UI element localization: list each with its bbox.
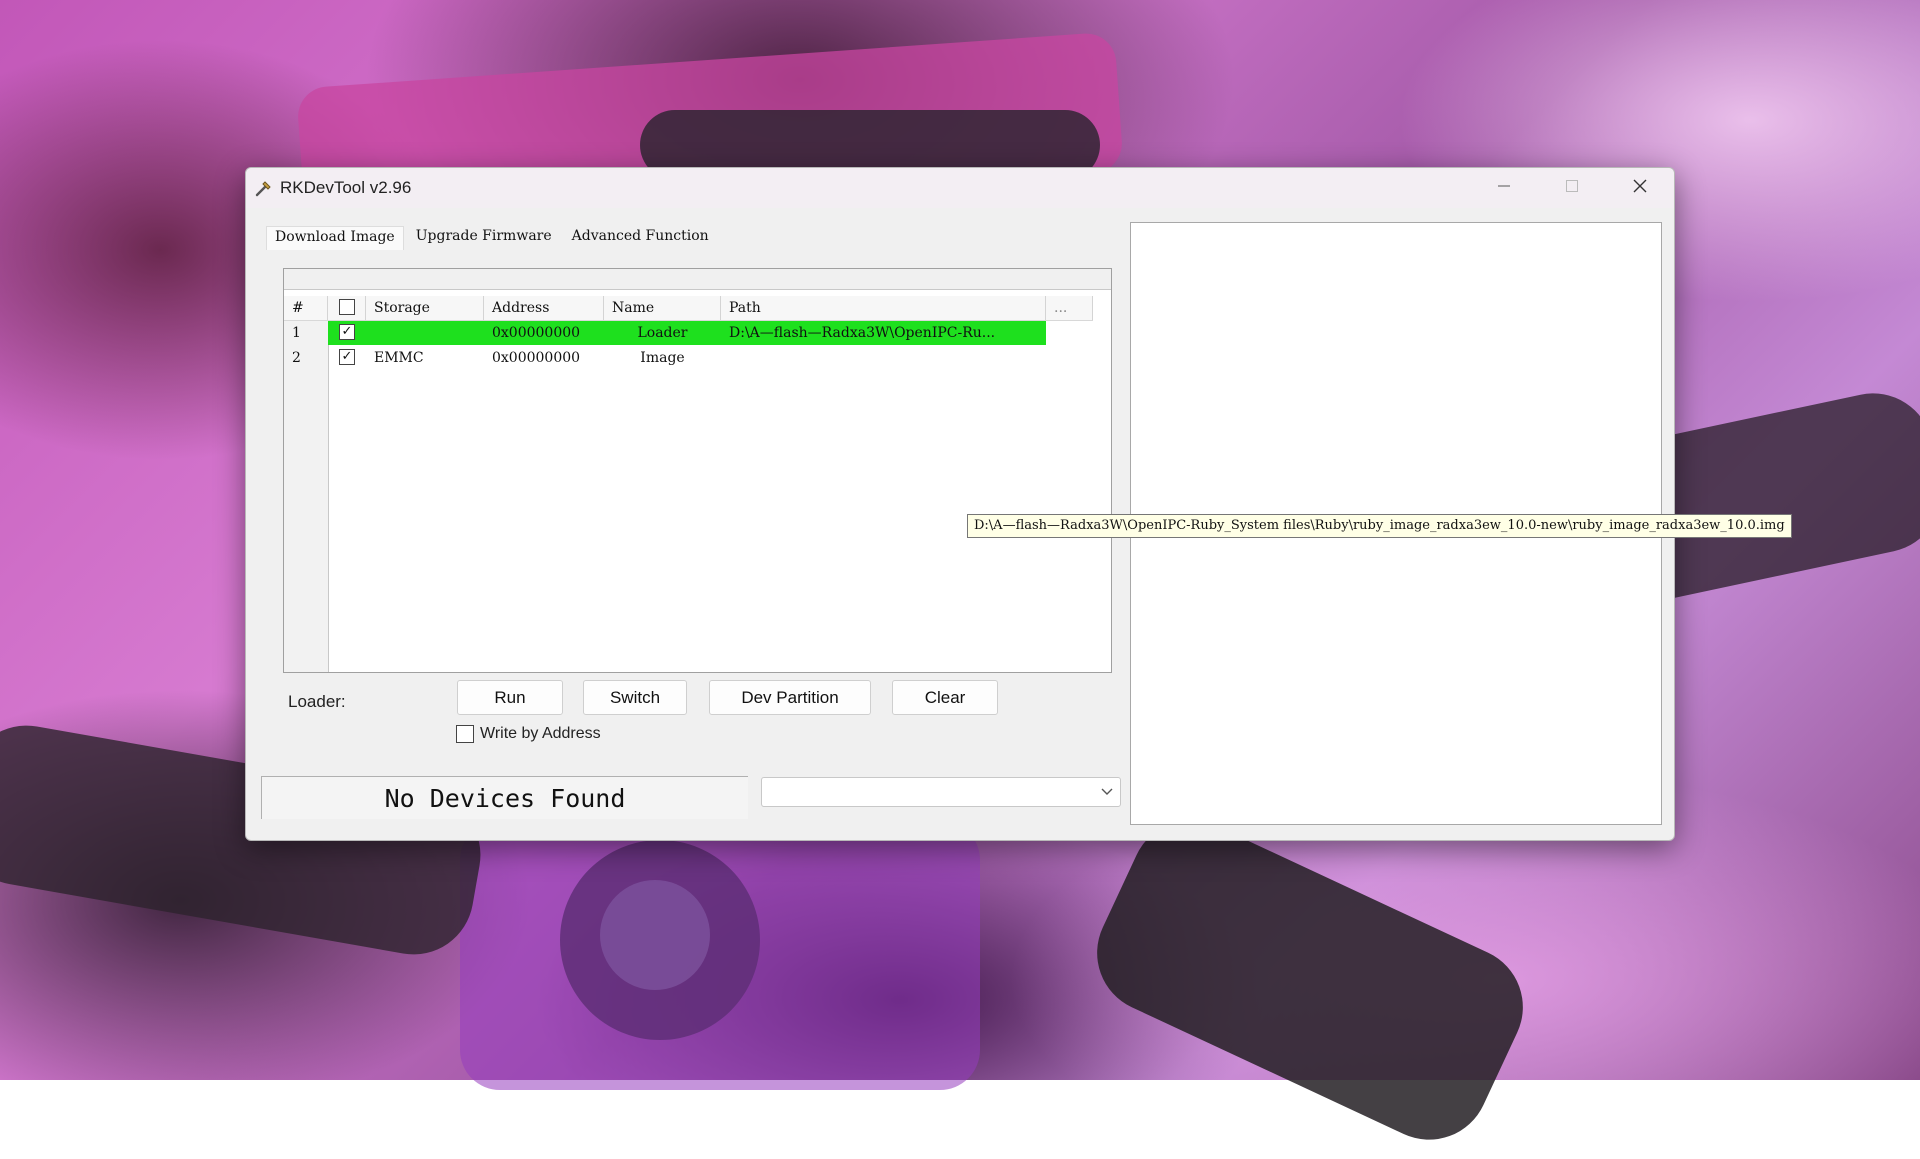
- download-image-table: # Storage Address Name Path ... 1 ✓ 0x00…: [283, 268, 1112, 673]
- row-address[interactable]: 0x00000000: [484, 346, 604, 370]
- run-button[interactable]: Run: [457, 680, 563, 715]
- header-address: Address: [484, 296, 604, 320]
- row-more[interactable]: [1046, 346, 1093, 370]
- maximize-button[interactable]: [1538, 168, 1606, 208]
- maximize-icon: [1565, 179, 1579, 198]
- row-path[interactable]: D:\A—flash—Radxa3W\OpenIPC-Ru...: [721, 321, 1046, 345]
- window-title: RKDevTool v2.96: [280, 178, 412, 197]
- tab-advanced-function[interactable]: Advanced Function: [564, 226, 717, 250]
- clear-button[interactable]: Clear: [892, 680, 998, 715]
- row-number-column: [284, 321, 329, 672]
- title-bar[interactable]: RKDevTool v2.96: [246, 168, 1674, 208]
- device-select[interactable]: [761, 777, 1121, 807]
- select-all-checkbox[interactable]: [339, 299, 355, 315]
- close-icon: [1632, 178, 1648, 199]
- table-top-bar: [284, 269, 1111, 290]
- table-row[interactable]: 2 ✓ EMMC 0x00000000 Image: [284, 346, 1093, 370]
- device-status: No Devices Found: [261, 776, 748, 819]
- write-by-address-option[interactable]: Write by Address: [456, 725, 601, 743]
- header-storage: Storage: [366, 296, 484, 320]
- header-num: #: [284, 296, 328, 320]
- row-checkbox[interactable]: ✓: [339, 324, 355, 340]
- row-storage[interactable]: [366, 321, 484, 345]
- chevron-down-icon[interactable]: [1100, 784, 1114, 803]
- tab-bar: Download Image Upgrade Firmware Advanced…: [266, 226, 721, 250]
- row-storage[interactable]: EMMC: [366, 346, 484, 370]
- row-path[interactable]: [721, 346, 1046, 370]
- row-more[interactable]: [1046, 321, 1093, 345]
- row-name[interactable]: Image: [604, 346, 721, 370]
- row-number: 1: [292, 325, 301, 341]
- dev-partition-button[interactable]: Dev Partition: [709, 680, 871, 715]
- rkdevtool-window: RKDevTool v2.96 Download Image Upgrade F…: [245, 167, 1792, 841]
- write-by-address-label: Write by Address: [480, 725, 601, 742]
- background-shape: [1077, 800, 1543, 1159]
- row-address[interactable]: 0x00000000: [484, 321, 604, 345]
- row-name[interactable]: Loader: [604, 321, 721, 345]
- header-select-all[interactable]: [328, 296, 366, 320]
- table-header: # Storage Address Name Path ...: [284, 296, 1093, 321]
- rk-tool-icon: [254, 178, 274, 198]
- header-more: ...: [1046, 296, 1093, 320]
- write-by-address-checkbox[interactable]: [456, 725, 474, 743]
- minimize-icon: [1497, 179, 1511, 198]
- switch-button[interactable]: Switch: [583, 680, 687, 715]
- minimize-button[interactable]: [1470, 168, 1538, 208]
- header-path: Path: [721, 296, 1046, 320]
- tab-upgrade-firmware[interactable]: Upgrade Firmware: [408, 226, 560, 250]
- path-tooltip: D:\A—flash—Radxa3W\OpenIPC-Ruby_System f…: [967, 514, 1792, 538]
- row-checkbox[interactable]: ✓: [339, 349, 355, 365]
- header-name: Name: [604, 296, 721, 320]
- row-number: 2: [292, 350, 301, 366]
- close-button[interactable]: [1606, 168, 1674, 208]
- background-shape: [460, 820, 980, 1090]
- row-checkbox-cell[interactable]: ✓: [328, 321, 366, 345]
- tab-download-image[interactable]: Download Image: [266, 226, 404, 250]
- row-checkbox-cell[interactable]: ✓: [328, 346, 366, 370]
- loader-label: Loader:: [288, 692, 346, 711]
- table-row[interactable]: 1 ✓ 0x00000000 Loader D:\A—flash—Radxa3W…: [284, 321, 1093, 345]
